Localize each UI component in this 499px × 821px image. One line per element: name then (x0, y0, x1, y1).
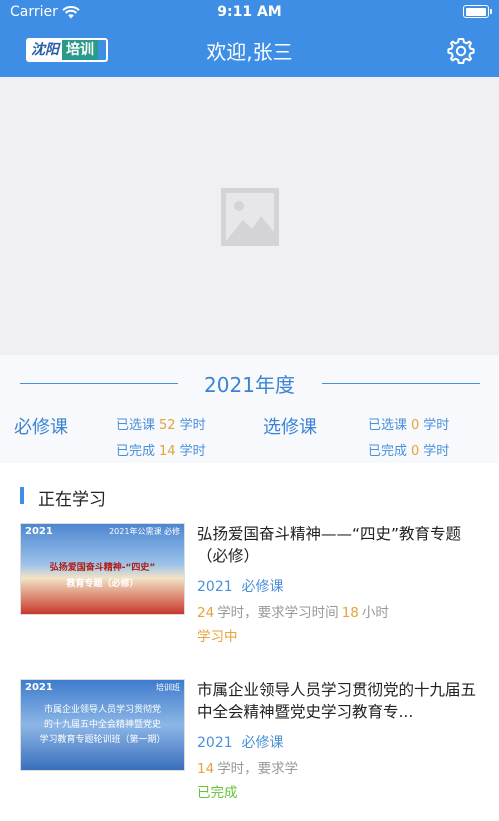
course-status: 学习中 (197, 629, 238, 645)
thumbnail-tag: 2021年公需课 必修 (109, 527, 180, 536)
course-status: 已完成 (197, 785, 238, 801)
thumbnail-text: 弘扬爱国奋斗精神-“四史” (49, 563, 156, 573)
hours-value: 24 (197, 605, 215, 621)
stat-unit: 学时 (423, 444, 450, 459)
thumbnail-text: 教育专题（必修） (66, 579, 139, 589)
top-bar: Carrier 9:11 AM 沈阳 培训 欢迎,张三 (0, 0, 499, 77)
stat-label: 已选课 (368, 418, 408, 433)
image-placeholder-icon (221, 188, 279, 246)
thumbnail-tag: 培训班 (156, 683, 180, 692)
page-title: 欢迎,张三 (206, 40, 293, 64)
stat-label: 已选课 (116, 418, 156, 433)
learning-list: 正在学习 2021 2021年公需课 必修 弘扬爱国奋斗精神-“四史” 教育专题… (0, 463, 499, 821)
required-hours-unit: 小时 (361, 605, 389, 621)
year-summary: 2021年度 必修课 已选课 52 学时 已完成 14 学时 选修课 已选课 0 学时 已完… (0, 355, 499, 463)
stat-value: 14 (159, 444, 176, 459)
course-thumbnail: 2021 2021年公需课 必修 弘扬爱国奋斗精神-“四史” 教育专题（必修） (20, 523, 185, 615)
year-title: 2021年度 (204, 373, 295, 397)
required-done-hours: 已完成 14 学时 (116, 440, 206, 459)
status-bar: Carrier 9:11 AM (0, 0, 499, 24)
course-title: 市属企业领导人员学习贯彻党的十九届五中全会精神暨党史学习教育专... (197, 681, 477, 721)
course-year: 2021 (197, 735, 233, 751)
course-hours: 14 学时，要求学 (197, 757, 298, 777)
course-hours: 24 学时，要求学习时间 18 小时 (197, 601, 389, 621)
stat-unit: 学时 (179, 444, 206, 459)
battery-icon (463, 5, 492, 18)
stat-value: 52 (159, 418, 176, 433)
elective-course-label[interactable]: 选修课 (263, 413, 317, 439)
course-year: 2021 (197, 579, 233, 595)
battery-level (465, 7, 486, 16)
hours-value: 14 (197, 761, 215, 777)
hours-unit: 学时，要求学习时间 (217, 605, 339, 621)
section-marker (20, 487, 24, 504)
settings-gear-icon[interactable] (446, 36, 476, 66)
thumbnail-text: 市属企业领导人员学习贯彻党 (43, 705, 161, 715)
hours-unit: 学时，要求学 (217, 761, 299, 777)
course-title: 弘扬爱国奋斗精神——“四史”教育专题（必修） (197, 525, 462, 565)
stat-value: 0 (411, 418, 420, 433)
stat-unit: 学时 (179, 418, 206, 433)
clock: 9:11 AM (217, 4, 282, 20)
stat-label: 已完成 (116, 444, 156, 459)
course-type: 必修课 (241, 579, 284, 595)
stat-value: 0 (411, 444, 420, 459)
thumbnail-year: 2021 (25, 682, 53, 693)
banner-image[interactable] (0, 77, 499, 355)
stat-label: 已完成 (368, 444, 408, 459)
course-type: 必修课 (241, 735, 284, 751)
course-meta: 2021 必修课 (197, 732, 284, 752)
thumbnail-text: 的十九届五中全会精神暨党史 (43, 720, 161, 730)
thumbnail-text: 学习教育专题轮训班（第一期） (39, 735, 166, 745)
required-selected-hours: 已选课 52 学时 (116, 414, 206, 433)
stat-unit: 学时 (423, 418, 450, 433)
thumbnail-year: 2021 (25, 526, 53, 537)
elective-selected-hours: 已选课 0 学时 (368, 414, 449, 433)
section-title: 正在学习 (38, 490, 106, 510)
required-hours-value: 18 (341, 605, 359, 621)
course-thumbnail: 2021 培训班 市属企业领导人员学习贯彻党 的十九届五中全会精神暨党史 学习教… (20, 679, 185, 771)
elective-done-hours: 已完成 0 学时 (368, 440, 449, 459)
required-course-label[interactable]: 必修课 (14, 413, 68, 439)
course-meta: 2021 必修课 (197, 576, 284, 596)
